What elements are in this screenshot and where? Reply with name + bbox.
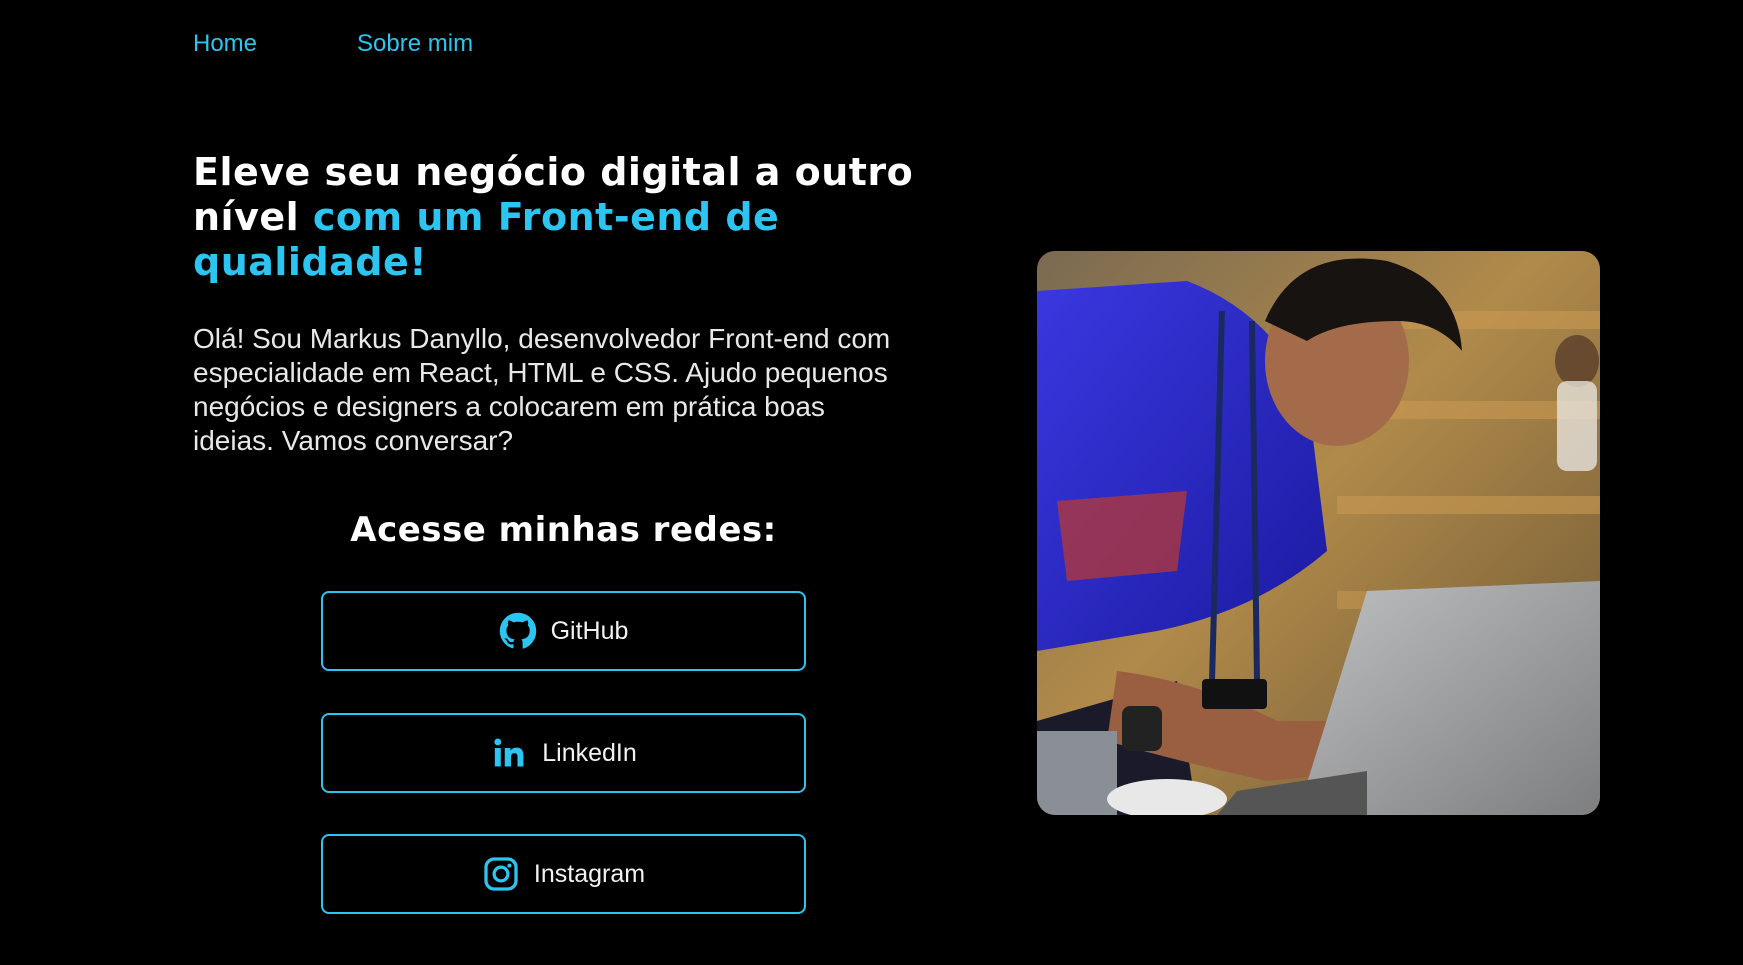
github-label: GitHub [550,616,629,645]
instagram-button[interactable]: Instagram [321,834,806,914]
page: Home Sobre mim Eleve seu negócio digital… [0,0,1743,965]
nav-link-home[interactable]: Home [193,28,257,60]
github-icon [499,612,537,650]
social-title: Acesse minhas redes: [350,510,777,550]
github-button[interactable]: GitHub [321,591,806,671]
hero-intro: Olá! Sou Markus Danyllo, desenvolvedor F… [193,323,891,456]
linkedin-button[interactable]: LinkedIn [321,713,806,793]
nav-link-sobre-mim[interactable]: Sobre mim [357,28,473,60]
top-nav: Home Sobre mim [193,28,473,60]
instagram-icon [482,855,520,893]
instagram-label: Instagram [533,859,646,888]
profile-photo [1037,251,1600,815]
hero-headline: Eleve seu negócio digital a outro nível … [193,150,923,285]
linkedin-label: LinkedIn [542,738,637,767]
linkedin-icon [490,734,528,772]
